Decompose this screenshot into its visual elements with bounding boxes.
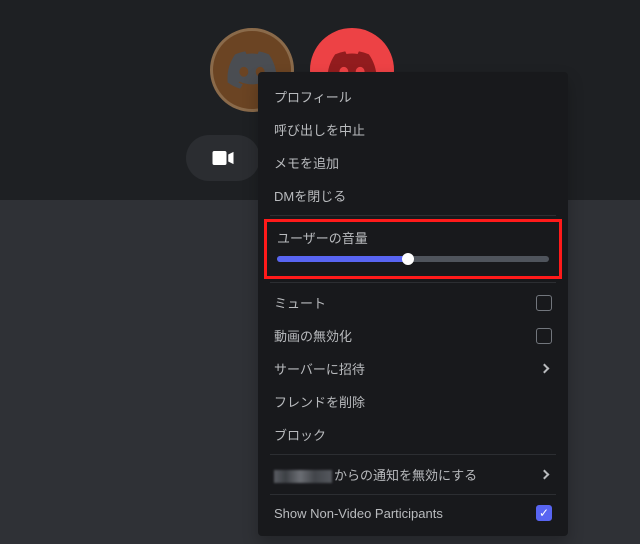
checkbox-checked-icon (536, 505, 552, 521)
menu-disable-video[interactable]: 動画の無効化 (264, 319, 562, 352)
menu-close-dm[interactable]: DMを閉じる (264, 179, 562, 212)
chevron-right-icon (540, 364, 550, 374)
volume-slider-fill (277, 256, 408, 262)
volume-slider-thumb[interactable] (402, 253, 414, 265)
video-camera-icon (212, 151, 234, 165)
censored-username (274, 470, 332, 483)
menu-separator (270, 454, 556, 455)
checkbox-icon (536, 328, 552, 344)
user-volume-label: ユーザーの音量 (277, 228, 549, 247)
menu-remove-friend[interactable]: フレンドを削除 (264, 385, 562, 418)
menu-cancel-call[interactable]: 呼び出しを中止 (264, 113, 562, 146)
menu-add-note[interactable]: メモを追加 (264, 146, 562, 179)
menu-profile[interactable]: プロフィール (264, 80, 562, 113)
menu-mute[interactable]: ミュート (264, 286, 562, 319)
menu-mute-notifications[interactable]: からの通知を無効にする (264, 458, 562, 491)
checkbox-icon (536, 295, 552, 311)
menu-show-non-video[interactable]: Show Non-Video Participants (264, 498, 562, 528)
menu-separator (270, 494, 556, 495)
video-toggle-button[interactable] (186, 135, 260, 181)
volume-slider[interactable] (277, 256, 549, 262)
user-volume-section: ユーザーの音量 (264, 219, 562, 279)
user-context-menu: プロフィール 呼び出しを中止 メモを追加 DMを閉じる ユーザーの音量 ミュート… (258, 72, 568, 536)
menu-invite-server[interactable]: サーバーに招待 (264, 352, 562, 385)
menu-separator (270, 282, 556, 283)
menu-separator (270, 215, 556, 216)
menu-block[interactable]: ブロック (264, 418, 562, 451)
chevron-right-icon (540, 470, 550, 480)
